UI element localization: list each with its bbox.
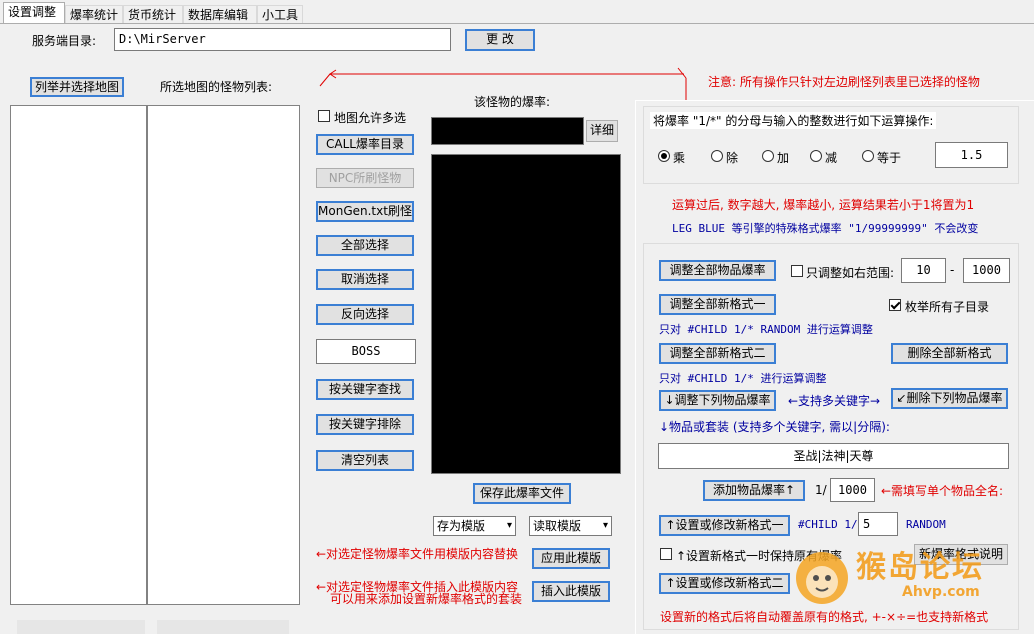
tab-currency-stats[interactable]: 货币统计 xyxy=(123,5,183,24)
op-note-2: LEG BLUE 等引擎的特殊格式爆率 "1/99999999" 不会改变 xyxy=(672,222,979,235)
select-all-button[interactable]: 全部选择 xyxy=(316,235,414,256)
range-separator: - xyxy=(950,263,955,277)
insert-template-button[interactable]: 插入此模版 xyxy=(532,581,610,602)
op-note-1: 运算过后, 数字越大, 爆率越小, 运算结果若小于1将置为1 xyxy=(672,198,975,212)
adjust-new2-button[interactable]: 调整全部新格式二 xyxy=(659,343,776,364)
change-dir-button[interactable]: 更 改 xyxy=(465,29,535,51)
multi-keyword-hint: ←支持多关键字→ xyxy=(788,394,881,408)
monster-list-scrollbar[interactable] xyxy=(157,620,289,634)
save-template-select[interactable]: 存为模版 ▾ xyxy=(433,516,516,536)
detail-button[interactable]: 详细 xyxy=(586,120,618,142)
notice-arrow xyxy=(319,67,687,100)
monster-rate-field[interactable] xyxy=(431,117,584,145)
op-divide-label: 除 xyxy=(726,151,739,165)
chevron-down-icon: ▾ xyxy=(506,520,512,531)
random-label: RANDOM xyxy=(906,518,946,531)
adjust-all-button[interactable]: 调整全部物品爆率 xyxy=(659,260,776,281)
enum-subdirs-label: 枚举所有子目录 xyxy=(905,300,990,314)
add-rate-input[interactable]: 1000 xyxy=(830,478,875,502)
op-add-radio[interactable] xyxy=(762,150,774,162)
keyword-input[interactable]: BOSS xyxy=(316,339,416,364)
npc-monsters-button[interactable]: NPC所刷怪物 xyxy=(316,168,414,188)
op-value-input[interactable]: 1.5 xyxy=(935,142,1008,168)
delete-all-new-button[interactable]: 删除全部新格式 xyxy=(891,343,1008,364)
enum-subdirs-checkbox[interactable] xyxy=(889,299,901,311)
watermark-url: Ahvp.com xyxy=(902,584,980,600)
load-template-select[interactable]: 读取模版 ▾ xyxy=(529,516,612,536)
apply-template-note: ←对选定怪物爆率文件用模版内容替换 xyxy=(316,547,519,561)
clear-list-button[interactable]: 清空列表 xyxy=(316,450,414,471)
add-rate-note: ←需填写单个物品全名: xyxy=(881,484,1004,498)
tab-tools[interactable]: 小工具 xyxy=(257,5,303,24)
map-list-scrollbar[interactable] xyxy=(17,620,145,634)
watermark: 猴岛论坛 Ahvp.com xyxy=(790,540,1030,610)
monkey-logo-icon xyxy=(796,552,848,604)
apply-template-button[interactable]: 应用此模版 xyxy=(532,548,610,569)
items-label: ↓物品或套装 (支持多个关键字, 需以|分隔): xyxy=(659,420,890,434)
add-rate-button[interactable]: 添加物品爆率↑ xyxy=(703,480,805,501)
op-equal-label: 等于 xyxy=(877,151,902,165)
range-only-checkbox[interactable] xyxy=(791,265,803,277)
op-multiply-label: 乘 xyxy=(673,151,686,165)
operation-title: 将爆率 "1/*" 的分母与输入的整数进行如下运算操作: xyxy=(650,112,937,129)
child-value-input[interactable]: 5 xyxy=(858,512,898,536)
set-new1-button[interactable]: ↑设置或修改新格式一 xyxy=(659,515,790,536)
tab-bar: 设置调整 爆率统计 货币统计 数据库编辑 小工具 xyxy=(0,0,1034,24)
add-rate-prefix: 1/ xyxy=(815,483,827,497)
range-to-input[interactable]: 1000 xyxy=(963,258,1010,283)
server-dir-label: 服务端目录: xyxy=(32,34,97,48)
keyword-find-button[interactable]: 按关键字查找 xyxy=(316,379,414,400)
watermark-text: 猴岛论坛 xyxy=(856,550,984,585)
set-new2-button[interactable]: ↑设置或修改新格式二 xyxy=(659,573,790,594)
tab-divider xyxy=(0,23,1034,24)
hint-child: 只对 #CHILD 1/* 进行运算调整 xyxy=(659,372,827,385)
adjust-new1-button[interactable]: 调整全部新格式一 xyxy=(659,294,776,315)
op-equal-radio[interactable] xyxy=(862,150,874,162)
call-drop-dir-button[interactable]: CALL爆率目录 xyxy=(316,134,414,155)
monster-list-label: 所选地图的怪物列表: xyxy=(160,80,273,94)
child-prefix: #CHILD 1/ xyxy=(798,518,858,531)
range-from-input[interactable]: 10 xyxy=(901,258,946,283)
tab-drop-stats[interactable]: 爆率统计 xyxy=(65,5,123,24)
op-add-label: 加 xyxy=(777,151,790,165)
chevron-down-icon: ▾ xyxy=(602,520,608,531)
save-drop-file-button[interactable]: 保存此爆率文件 xyxy=(473,483,571,504)
deselect-button[interactable]: 取消选择 xyxy=(316,269,414,290)
adjust-listed-button[interactable]: ↓调整下列物品爆率 xyxy=(659,390,776,411)
list-maps-button[interactable]: 列举并选择地图 xyxy=(30,77,124,97)
op-subtract-radio[interactable] xyxy=(810,150,822,162)
tab-settings[interactable]: 设置调整 xyxy=(3,2,65,24)
insert-template-note-2: 可以用来添加设置新爆率格式的套装 xyxy=(330,592,523,606)
keyword-exclude-button[interactable]: 按关键字排除 xyxy=(316,414,414,435)
op-divide-radio[interactable] xyxy=(711,150,723,162)
keep-rate-checkbox[interactable] xyxy=(660,548,672,560)
hint-random: 只对 #CHILD 1/* RANDOM 进行运算调整 xyxy=(659,323,873,336)
items-input[interactable]: 圣战|法神|天尊 xyxy=(658,443,1009,469)
allow-multi-map-label: 地图允许多选 xyxy=(334,111,407,125)
op-multiply-radio[interactable] xyxy=(658,150,670,162)
mongen-button[interactable]: MonGen.txt刷怪 xyxy=(316,201,414,222)
op-subtract-label: 减 xyxy=(825,151,838,165)
monster-list[interactable] xyxy=(147,105,300,605)
drop-file-editor[interactable] xyxy=(431,154,621,474)
allow-multi-map-checkbox[interactable] xyxy=(318,110,330,122)
notice-text: 注意: 所有操作只针对左边刷怪列表里已选择的怪物 xyxy=(708,75,980,89)
tab-database-edit[interactable]: 数据库编辑 xyxy=(183,5,257,24)
footer-note: 设置新的格式后将自动覆盖原有的格式, +-×÷=也支持新格式 xyxy=(660,610,989,624)
map-list[interactable] xyxy=(10,105,147,605)
delete-listed-button[interactable]: ↙删除下列物品爆率 xyxy=(891,388,1008,409)
server-dir-input[interactable]: D:\MirServer xyxy=(114,28,451,51)
range-only-label: 只调整如右范围: xyxy=(806,266,895,280)
invert-selection-button[interactable]: 反向选择 xyxy=(316,304,414,325)
